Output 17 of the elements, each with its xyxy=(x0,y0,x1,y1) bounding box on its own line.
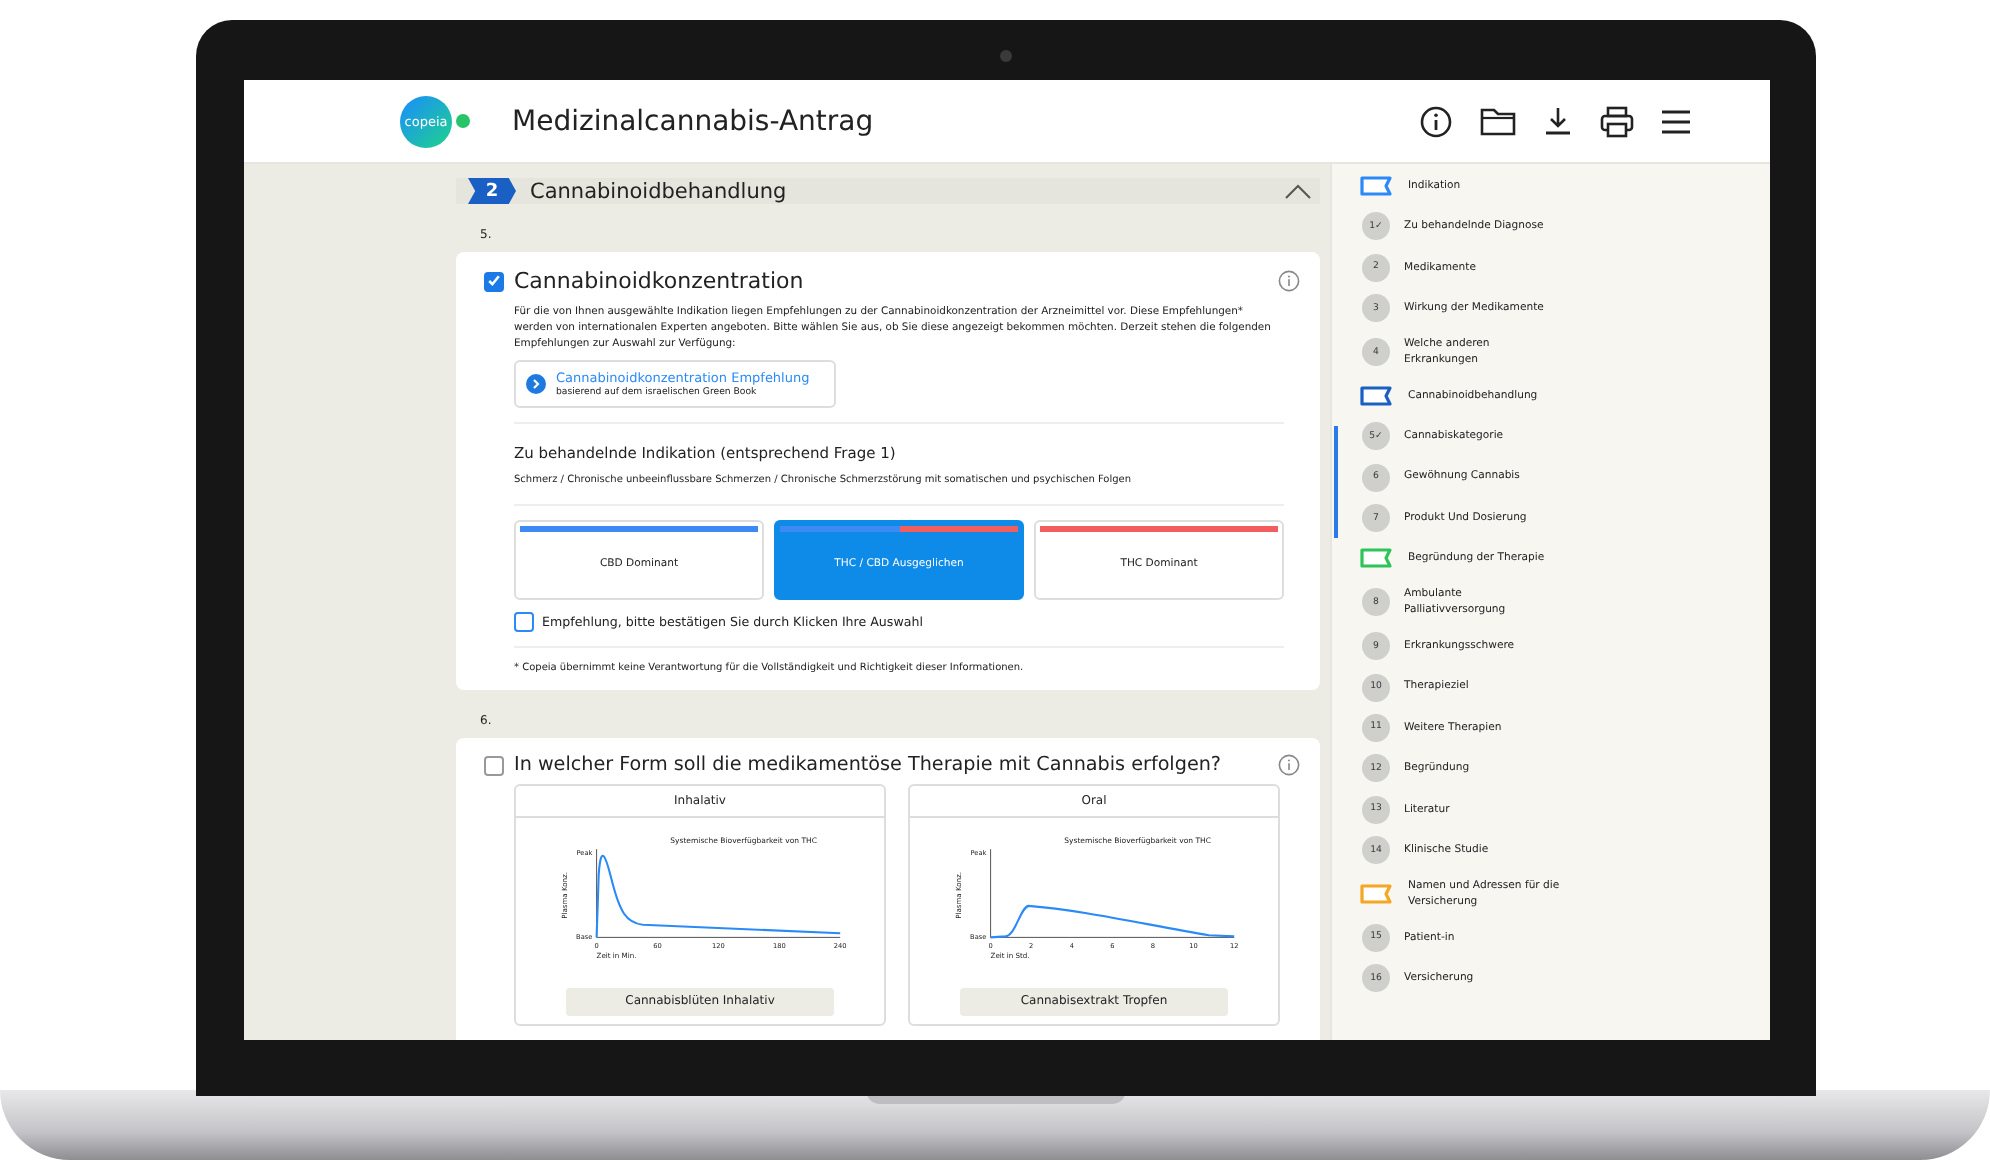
y-axis xyxy=(990,849,992,939)
section-number: 2 xyxy=(468,178,516,204)
chevron-right-icon xyxy=(526,374,546,395)
section-header[interactable]: 2 Cannabinoidbehandlung xyxy=(456,178,1320,204)
checkbox[interactable] xyxy=(514,612,534,633)
question-title: In welcher Form soll die medikamentöse Therapie mit Cannabis erfolgen? xyxy=(514,754,1222,777)
app-title: Medizinalcannabis-Antrag xyxy=(512,105,874,137)
print-icon[interactable] xyxy=(1600,105,1634,137)
camera-icon xyxy=(1000,50,1012,62)
checkbox[interactable] xyxy=(484,271,504,291)
question-title: Cannabinoidkonzentration xyxy=(514,268,804,294)
info-icon[interactable] xyxy=(1420,105,1452,137)
folder-icon[interactable] xyxy=(1480,106,1516,136)
checkbox[interactable] xyxy=(484,755,504,776)
menu-icon[interactable] xyxy=(1662,109,1690,133)
download-icon[interactable] xyxy=(1544,106,1572,136)
chevron-up-icon[interactable] xyxy=(1284,183,1312,199)
